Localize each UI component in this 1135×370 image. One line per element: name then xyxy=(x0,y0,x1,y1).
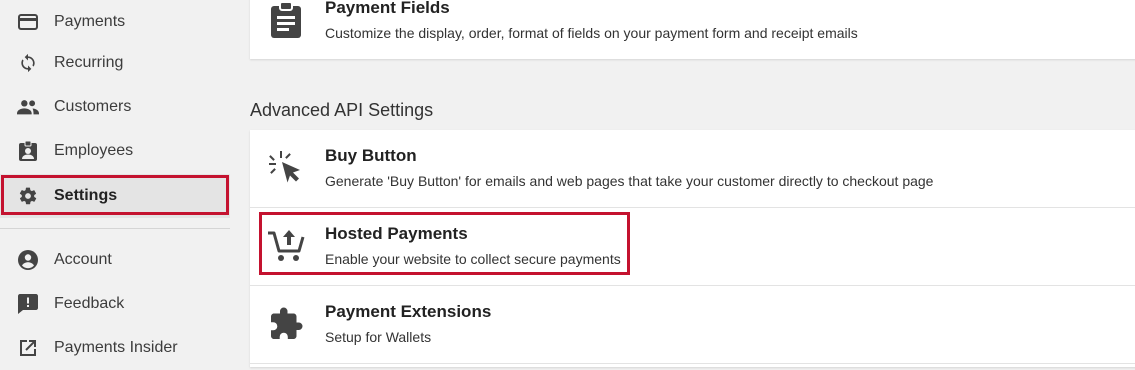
external-link-icon xyxy=(17,337,39,359)
payment-fields-title: Payment Fields xyxy=(325,0,450,17)
hosted-payments-description: Enable your website to collect secure pa… xyxy=(325,251,621,267)
sidebar-item-recurring[interactable]: Recurring xyxy=(0,41,230,85)
puzzle-icon xyxy=(266,304,306,344)
payment-fields-description: Customize the display, order, format of … xyxy=(325,25,858,41)
badge-icon xyxy=(17,140,39,162)
sidebar-item-payments[interactable]: Payments xyxy=(0,0,230,44)
sidebar-item-label: Feedback xyxy=(54,295,125,312)
row-divider xyxy=(250,363,1135,364)
click-cursor-icon xyxy=(266,148,306,188)
payment-extensions-title: Payment Extensions xyxy=(325,302,492,321)
buy-button-row[interactable]: Buy Button Generate 'Buy Button' for ema… xyxy=(250,130,1135,207)
hosted-payments-title: Hosted Payments xyxy=(325,224,468,243)
advanced-api-card: Buy Button Generate 'Buy Button' for ema… xyxy=(250,130,1135,367)
sync-icon xyxy=(17,52,39,74)
sidebar-item-customers[interactable]: Customers xyxy=(0,85,230,129)
sidebar: Payments Recurring Customers Employees S… xyxy=(0,0,230,367)
sidebar-item-label: Account xyxy=(54,251,112,268)
buy-button-title: Buy Button xyxy=(325,146,417,165)
sidebar-item-employees[interactable]: Employees xyxy=(0,129,230,173)
main-content: Payment Fields Customize the display, or… xyxy=(230,0,1135,367)
cart-upload-icon xyxy=(266,226,306,266)
sidebar-item-feedback[interactable]: Feedback xyxy=(0,282,230,326)
sidebar-item-label: Settings xyxy=(54,187,118,204)
buy-button-description: Generate 'Buy Button' for emails and web… xyxy=(325,173,934,189)
payment-fields-row[interactable]: Payment Fields Customize the display, or… xyxy=(250,0,1135,59)
sidebar-divider xyxy=(0,228,230,229)
sidebar-item-label: Employees xyxy=(54,142,134,159)
payment-extensions-row[interactable]: Payment Extensions Setup for Wallets xyxy=(250,286,1135,363)
payment-fields-card: Payment Fields Customize the display, or… xyxy=(250,0,1135,59)
clipboard-icon xyxy=(266,0,306,40)
sidebar-item-account[interactable]: Account xyxy=(0,238,230,282)
sidebar-item-label: Payments xyxy=(54,13,126,30)
account-circle-icon xyxy=(17,249,39,271)
sidebar-item-settings[interactable]: Settings xyxy=(0,174,230,218)
hosted-payments-row[interactable]: Hosted Payments Enable your website to c… xyxy=(250,208,1135,285)
sidebar-item-label: Payments Insider xyxy=(54,339,178,356)
section-title: Advanced API Settings xyxy=(250,100,434,120)
credit-card-icon xyxy=(17,11,39,33)
sidebar-item-label: Recurring xyxy=(54,54,124,71)
feedback-icon xyxy=(17,293,39,315)
people-icon xyxy=(17,96,39,118)
payment-extensions-description: Setup for Wallets xyxy=(325,329,432,345)
sidebar-item-payments-insider[interactable]: Payments Insider xyxy=(0,326,230,370)
sidebar-item-label: Customers xyxy=(54,98,132,115)
gear-icon xyxy=(17,185,39,207)
